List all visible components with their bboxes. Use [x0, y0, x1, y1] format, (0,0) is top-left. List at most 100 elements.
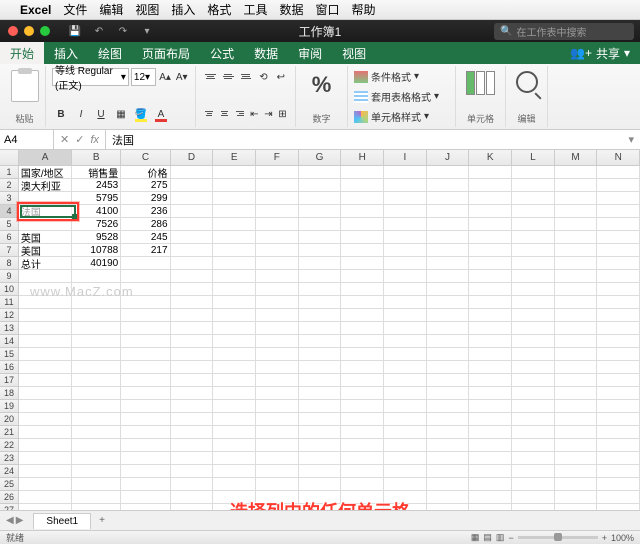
cell[interactable]	[384, 439, 427, 452]
cell[interactable]	[213, 465, 256, 478]
cell[interactable]	[256, 335, 299, 348]
cell[interactable]	[256, 426, 299, 439]
cell[interactable]	[341, 400, 384, 413]
cell[interactable]	[341, 205, 384, 218]
row-header[interactable]: 7	[0, 244, 19, 257]
cell[interactable]	[256, 218, 299, 231]
cell[interactable]	[469, 179, 512, 192]
row-header[interactable]: 15	[0, 348, 19, 361]
cell[interactable]	[299, 231, 342, 244]
cell[interactable]	[213, 205, 256, 218]
cell[interactable]	[427, 374, 470, 387]
cell[interactable]	[341, 309, 384, 322]
cell[interactable]	[171, 452, 214, 465]
menu-file[interactable]: 文件	[63, 1, 87, 18]
cell[interactable]	[19, 465, 72, 478]
cell[interactable]	[427, 166, 470, 179]
cell[interactable]	[555, 439, 598, 452]
fx-icon[interactable]: fx	[90, 134, 99, 146]
cell[interactable]	[341, 387, 384, 400]
cell[interactable]	[171, 361, 214, 374]
cell[interactable]	[341, 374, 384, 387]
cell[interactable]	[121, 400, 170, 413]
cell[interactable]	[256, 452, 299, 465]
cell[interactable]	[427, 192, 470, 205]
cell[interactable]	[597, 205, 640, 218]
cell[interactable]	[427, 426, 470, 439]
cell[interactable]	[384, 270, 427, 283]
zoom-window-button[interactable]	[40, 26, 50, 36]
decrease-indent-button[interactable]: ⇤	[248, 105, 261, 123]
cell[interactable]	[213, 322, 256, 335]
cell[interactable]	[121, 348, 170, 361]
cell[interactable]	[19, 374, 72, 387]
cell[interactable]	[72, 400, 121, 413]
cell[interactable]	[299, 426, 342, 439]
cell[interactable]	[299, 452, 342, 465]
add-sheet-button[interactable]: +	[91, 513, 113, 528]
cell[interactable]	[299, 283, 342, 296]
cell[interactable]: 40190	[72, 257, 121, 270]
cell[interactable]	[256, 413, 299, 426]
cell[interactable]	[555, 296, 598, 309]
name-box[interactable]: A4	[0, 130, 54, 149]
sheet-tab[interactable]: Sheet1	[33, 513, 91, 529]
cell[interactable]	[469, 192, 512, 205]
cell[interactable]	[256, 400, 299, 413]
cell[interactable]	[121, 465, 170, 478]
cell[interactable]	[171, 192, 214, 205]
cell[interactable]	[555, 283, 598, 296]
minimize-window-button[interactable]	[24, 26, 34, 36]
cell[interactable]	[555, 244, 598, 257]
cell[interactable]	[469, 348, 512, 361]
row-header[interactable]: 16	[0, 361, 19, 374]
underline-button[interactable]: U	[92, 105, 110, 123]
share-button[interactable]: 👥+ 共享 ▾	[560, 42, 640, 64]
cell[interactable]	[171, 179, 214, 192]
cell[interactable]	[213, 348, 256, 361]
cell[interactable]	[597, 231, 640, 244]
zoom-in-button[interactable]: +	[602, 533, 607, 543]
cell[interactable]: 217	[121, 244, 170, 257]
cell[interactable]	[555, 218, 598, 231]
menu-data[interactable]: 数据	[279, 1, 303, 18]
menu-view[interactable]: 视图	[135, 1, 159, 18]
cell[interactable]	[72, 413, 121, 426]
cell[interactable]	[171, 413, 214, 426]
bold-button[interactable]: B	[52, 105, 70, 123]
cell[interactable]	[213, 439, 256, 452]
cell[interactable]	[171, 478, 214, 491]
cell[interactable]	[213, 231, 256, 244]
cell[interactable]	[384, 413, 427, 426]
cell[interactable]	[19, 348, 72, 361]
tab-home[interactable]: 开始	[0, 42, 44, 64]
expand-formula-bar-icon[interactable]: ▾	[622, 133, 640, 146]
cell[interactable]	[341, 296, 384, 309]
cell[interactable]	[384, 361, 427, 374]
cell[interactable]	[19, 413, 72, 426]
cell[interactable]	[171, 400, 214, 413]
cell[interactable]	[469, 257, 512, 270]
row-header[interactable]: 22	[0, 439, 19, 452]
cell[interactable]	[299, 270, 342, 283]
cell[interactable]	[555, 309, 598, 322]
cell[interactable]	[512, 335, 555, 348]
cell[interactable]	[341, 231, 384, 244]
cell[interactable]	[171, 205, 214, 218]
cell[interactable]	[512, 218, 555, 231]
cell[interactable]	[469, 426, 512, 439]
row-header[interactable]: 18	[0, 387, 19, 400]
cell[interactable]: 4100	[72, 205, 121, 218]
cell[interactable]	[555, 465, 598, 478]
cell[interactable]	[384, 166, 427, 179]
cell[interactable]	[171, 244, 214, 257]
cell[interactable]	[512, 387, 555, 400]
menu-window[interactable]: 窗口	[315, 1, 339, 18]
cell[interactable]	[597, 439, 640, 452]
cell[interactable]	[341, 465, 384, 478]
cell[interactable]	[213, 478, 256, 491]
cell[interactable]	[597, 192, 640, 205]
cell[interactable]	[171, 387, 214, 400]
cell[interactable]	[555, 205, 598, 218]
cell[interactable]	[469, 231, 512, 244]
